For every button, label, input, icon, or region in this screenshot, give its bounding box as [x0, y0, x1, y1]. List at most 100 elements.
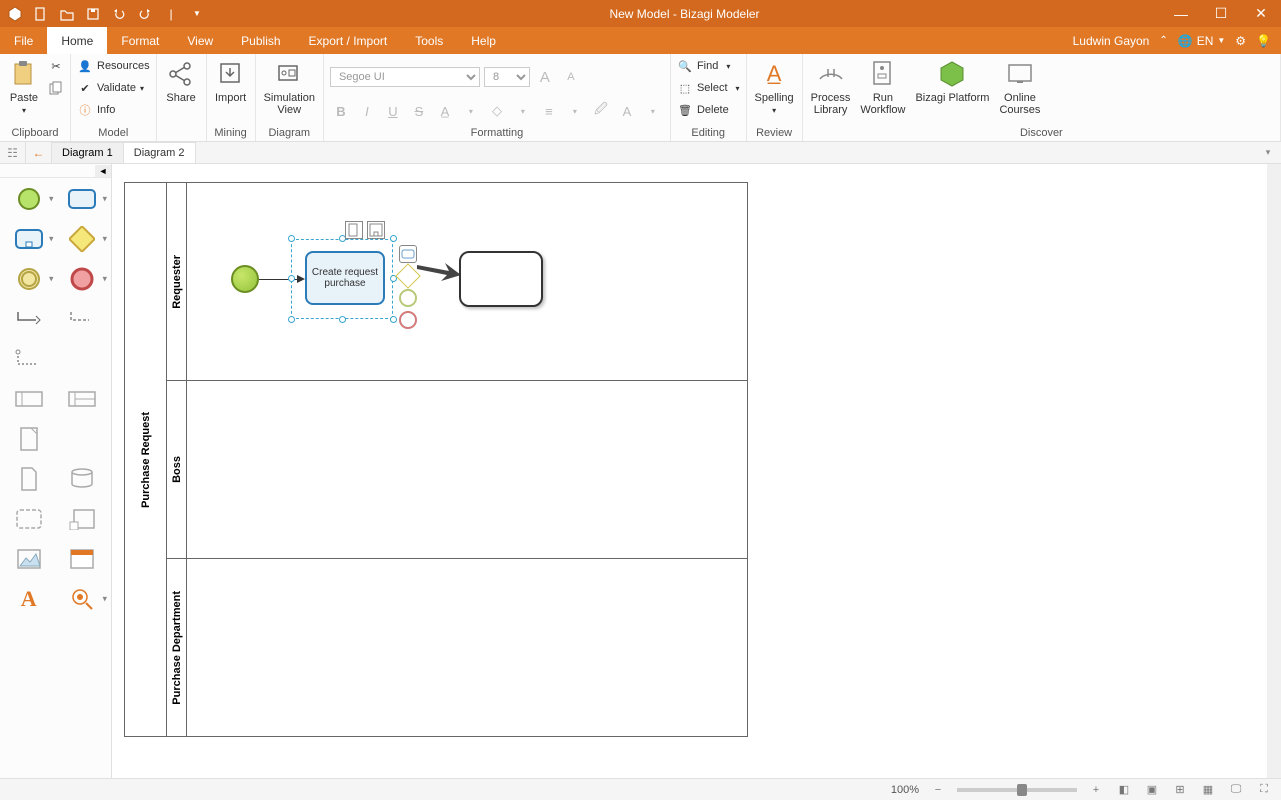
close-button[interactable]: ✕: [1241, 0, 1281, 27]
align-button[interactable]: ≡: [538, 100, 560, 122]
run-workflow-button[interactable]: Run Workflow: [858, 56, 907, 118]
diagram-tree-icon[interactable]: ☷: [0, 142, 26, 163]
palette-sequence-flow[interactable]: [6, 304, 52, 334]
import-button[interactable]: Import: [213, 56, 249, 106]
undo-icon[interactable]: [108, 3, 130, 25]
palette-lane[interactable]: [60, 384, 106, 414]
tab-home[interactable]: Home: [47, 27, 107, 54]
palette-data-store[interactable]: [60, 464, 106, 494]
bold-button[interactable]: B: [330, 100, 352, 122]
palette-collapse-icon[interactable]: ◄: [95, 165, 111, 177]
vertical-scrollbar[interactable]: [1267, 164, 1281, 778]
palette-text[interactable]: A: [6, 584, 52, 614]
fill-color-dropdown-icon[interactable]: ▾: [512, 100, 534, 122]
start-event[interactable]: [231, 265, 259, 293]
tab-view[interactable]: View: [173, 27, 227, 54]
delete-button[interactable]: 🗑Delete: [677, 100, 740, 120]
select-button[interactable]: ⬚Select▾: [677, 78, 740, 98]
back-icon[interactable]: ←: [26, 142, 52, 163]
zoom-in-button[interactable]: +: [1087, 781, 1105, 799]
tab-diagram-2[interactable]: Diagram 2: [124, 142, 196, 163]
palette-group[interactable]: [6, 504, 52, 534]
redo-icon[interactable]: [134, 3, 156, 25]
minimize-button[interactable]: —: [1161, 0, 1201, 27]
pie-intermediate-icon[interactable]: [399, 289, 417, 307]
view-mode-1-icon[interactable]: ◧: [1115, 781, 1133, 799]
palette-data-object[interactable]: [6, 464, 52, 494]
tab-export-import[interactable]: Export / Import: [295, 27, 402, 54]
bizagi-platform-button[interactable]: Bizagi Platform: [913, 56, 991, 106]
font-color-dropdown-icon[interactable]: ▾: [460, 100, 482, 122]
user-dropdown-icon[interactable]: ⌃: [1159, 35, 1167, 46]
task-create-request[interactable]: Create request purchase: [305, 251, 385, 305]
share-button[interactable]: Share: [163, 56, 199, 106]
tab-publish[interactable]: Publish: [227, 27, 294, 54]
fullscreen-icon[interactable]: ⛶: [1255, 781, 1273, 799]
palette-start-event[interactable]: ▾: [6, 184, 52, 214]
paste-button[interactable]: Paste ▾: [6, 56, 42, 117]
process-library-button[interactable]: Process Library: [809, 56, 853, 118]
palette-subprocess[interactable]: ▾: [6, 224, 52, 254]
lang-dropdown-icon[interactable]: ▼: [1217, 36, 1225, 45]
lane-requester[interactable]: Requester Create request purchase: [167, 183, 747, 381]
palette-end-event[interactable]: ▾: [60, 264, 106, 294]
palette-intermediate-event[interactable]: ▾: [6, 264, 52, 294]
info-button[interactable]: ⓘInfo: [77, 100, 150, 120]
palette-pool[interactable]: [6, 384, 52, 414]
spelling-button[interactable]: A̲ Spelling ▾: [753, 56, 796, 117]
pie-end-icon[interactable]: [399, 311, 417, 329]
bulb-icon[interactable]: 💡: [1256, 34, 1271, 48]
palette-milestone[interactable]: [6, 424, 52, 454]
tabs-dropdown-icon[interactable]: ▾: [1255, 142, 1281, 163]
maximize-button[interactable]: ☐: [1201, 0, 1241, 27]
app-icon[interactable]: [4, 3, 26, 25]
presentation-icon[interactable]: 🖵: [1227, 781, 1245, 799]
find-dropdown-icon[interactable]: ▾: [726, 62, 730, 71]
align-dropdown-icon[interactable]: ▾: [564, 100, 586, 122]
copy-button[interactable]: [48, 78, 64, 98]
palette-task[interactable]: ▾: [60, 184, 106, 214]
language-label[interactable]: EN: [1197, 34, 1214, 48]
palette-message-flow[interactable]: [6, 344, 52, 374]
highlight-button[interactable]: 🖉: [590, 100, 612, 122]
tab-file[interactable]: File: [0, 27, 47, 54]
italic-button[interactable]: I: [356, 100, 378, 122]
select-dropdown-icon[interactable]: ▾: [736, 84, 740, 93]
pool[interactable]: Purchase Request Requester Create reques…: [124, 182, 748, 737]
font-color-button[interactable]: A̲: [434, 100, 456, 122]
fill-color-button[interactable]: ◇: [486, 100, 508, 122]
canvas[interactable]: Purchase Request Requester Create reques…: [112, 164, 1281, 778]
zoom-slider[interactable]: [957, 788, 1077, 792]
increase-font-button[interactable]: A: [534, 66, 556, 88]
font-select[interactable]: Segoe UI: [330, 67, 480, 87]
task-new[interactable]: [459, 251, 543, 307]
underline-button[interactable]: U: [382, 100, 404, 122]
zoom-out-button[interactable]: −: [929, 781, 947, 799]
simulation-view-button[interactable]: Simulation View: [262, 56, 317, 118]
tab-diagram-1[interactable]: Diagram 1: [52, 142, 124, 163]
palette-image[interactable]: [6, 544, 52, 574]
pie-subprocess-icon[interactable]: [367, 221, 385, 239]
pool-title[interactable]: Purchase Request: [125, 183, 167, 736]
pie-doc-icon[interactable]: [345, 221, 363, 239]
lane-purchase-dept[interactable]: Purchase Department: [167, 559, 747, 736]
new-icon[interactable]: [30, 3, 52, 25]
view-mode-3-icon[interactable]: ⊞: [1171, 781, 1189, 799]
online-courses-button[interactable]: Online Courses: [997, 56, 1042, 118]
palette-format-painter[interactable]: ▾: [60, 584, 106, 614]
qat-dropdown-icon[interactable]: ▼: [186, 3, 208, 25]
settings-icon[interactable]: ⚙: [1235, 34, 1246, 48]
tab-format[interactable]: Format: [107, 27, 173, 54]
tab-tools[interactable]: Tools: [401, 27, 457, 54]
cut-button[interactable]: ✂: [48, 56, 64, 76]
validate-button[interactable]: ✔Validate▾: [77, 78, 150, 98]
view-mode-4-icon[interactable]: ▦: [1199, 781, 1217, 799]
view-mode-2-icon[interactable]: ▣: [1143, 781, 1161, 799]
palette-association[interactable]: [60, 304, 106, 334]
more-format-button[interactable]: A: [616, 100, 638, 122]
palette-annotation[interactable]: [60, 504, 106, 534]
decrease-font-button[interactable]: A: [560, 66, 582, 88]
strike-button[interactable]: S: [408, 100, 430, 122]
save-icon[interactable]: [82, 3, 104, 25]
find-button[interactable]: 🔍Find▾: [677, 56, 740, 76]
